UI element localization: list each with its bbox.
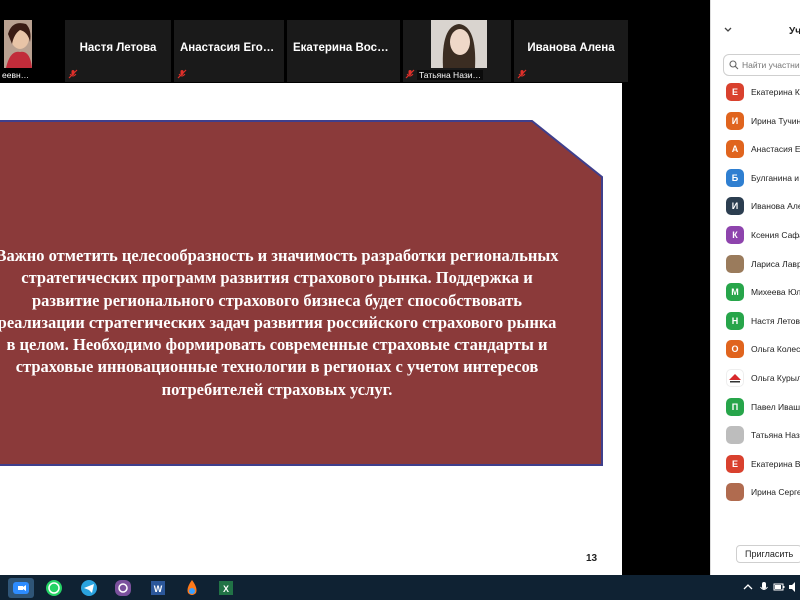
participant-tile-5[interactable]: Татьяна Нази… — [403, 20, 511, 82]
participant-strip: еевн… Настя Летова Анастасия Егор… Екате… — [0, 0, 710, 83]
participant-name: Ольга Курыл — [751, 372, 800, 383]
participant-name: Екатерина Во — [751, 458, 800, 469]
slide-text-box: Важно отметить целесообразность и значим… — [0, 119, 604, 467]
zoom-window: еевн… Настя Летова Анастасия Егор… Екате… — [0, 0, 800, 600]
chevron-up-icon[interactable] — [742, 581, 754, 593]
participant-row[interactable]: Е Екатерина Ку — [711, 80, 800, 109]
participant-name: Анастасия Ег — [751, 144, 800, 155]
avatar: П — [726, 397, 744, 416]
avatar: К — [726, 225, 744, 244]
chevron-down-icon[interactable] — [723, 25, 733, 35]
participant-photo — [4, 20, 32, 68]
participant-name: Татьяна Нази — [751, 430, 800, 441]
participant-name: Татьяна Нази… — [417, 70, 483, 80]
zoom-icon[interactable] — [8, 578, 34, 598]
avatar — [726, 483, 744, 502]
word-icon[interactable]: W — [148, 578, 168, 598]
participant-name: Настя Летова — [79, 42, 157, 54]
participant-row[interactable]: А Анастасия Ег — [711, 137, 800, 166]
excel-icon[interactable]: X — [216, 578, 236, 598]
participant-name: Ксения Сафа — [751, 229, 800, 240]
participant-name: Екатерина Вост… — [293, 42, 395, 54]
svg-text:W: W — [154, 584, 163, 594]
participant-name: Павел Иваш — [751, 401, 800, 412]
participant-row[interactable]: Б Булганина и — [711, 166, 800, 195]
participant-search[interactable] — [723, 54, 800, 76]
viber-icon[interactable] — [113, 578, 133, 598]
screen-share-area: Важно отметить целесообразность и значим… — [0, 83, 710, 575]
invite-button[interactable]: Пригласить — [736, 545, 800, 563]
participant-row[interactable]: И Иванова Але — [711, 194, 800, 223]
participant-row[interactable]: К Ксения Сафа — [711, 223, 800, 252]
slide-page-number: 13 — [586, 553, 598, 564]
participant-name: Лариса Лавр — [751, 258, 800, 269]
participant-photo — [431, 20, 487, 68]
participant-tile-3[interactable]: Анастасия Егор… — [174, 20, 284, 82]
avatar: Б — [726, 168, 744, 187]
participant-row[interactable]: Ольга Курыл — [711, 366, 800, 395]
participant-tile-4[interactable]: Екатерина Вост… — [287, 20, 400, 82]
participant-row[interactable]: И Ирина Тучин — [711, 109, 800, 138]
participant-name: Екатерина Ку — [751, 87, 800, 97]
participant-row[interactable]: Н Настя Летова — [711, 309, 800, 338]
telegram-icon[interactable] — [79, 578, 99, 598]
panel-title: Учас — [789, 26, 800, 37]
participant-name: Настя Летова — [751, 315, 800, 326]
participant-tile-2[interactable]: Настя Летова — [65, 20, 171, 82]
svg-text:X: X — [223, 584, 229, 594]
participant-tile-6[interactable]: Иванова Алена — [514, 20, 628, 82]
mic-muted-icon — [68, 69, 78, 79]
participant-name: Иванова Але — [751, 201, 800, 212]
panel-header: Учас — [711, 0, 800, 50]
search-icon — [729, 60, 739, 70]
paint-icon[interactable] — [182, 578, 202, 598]
participant-name: Ольга Колес — [751, 344, 800, 355]
participant-row[interactable]: М Михеева Юл — [711, 280, 800, 309]
avatar: О — [726, 340, 744, 359]
mic-muted-icon — [177, 69, 187, 79]
battery-icon[interactable] — [773, 581, 785, 593]
participant-row[interactable]: Ирина Серге — [711, 480, 800, 509]
slide-body-text: Важно отметить целесообразность и значим… — [0, 246, 559, 399]
avatar — [726, 254, 744, 273]
participants-panel: Учас Е Екатерина Ку И Ирина Тучин А Анастасия… — [710, 0, 800, 575]
presentation-slide: Важно отметить целесообразность и значим… — [0, 83, 622, 575]
avatar — [726, 426, 744, 445]
participant-name: Михеева Юл — [751, 287, 800, 298]
whatsapp-icon[interactable] — [44, 578, 64, 598]
avatar — [726, 368, 744, 387]
participant-row[interactable]: Лариса Лавр — [711, 252, 800, 281]
avatar: М — [726, 283, 744, 302]
participant-row[interactable]: Е Екатерина Во — [711, 452, 800, 481]
avatar: И — [726, 197, 744, 216]
avatar: А — [726, 140, 744, 159]
participant-name: Ирина Серге — [751, 487, 800, 498]
participant-name: еевн… — [0, 70, 32, 80]
participant-row[interactable]: П Павел Иваш — [711, 395, 800, 424]
avatar: Н — [726, 311, 744, 330]
participant-tile-1[interactable]: еевн… — [0, 20, 62, 82]
windows-taskbar: W X — [0, 575, 800, 600]
mic-muted-icon — [517, 69, 527, 79]
avatar: И — [726, 111, 744, 130]
participant-name: Анастасия Егор… — [180, 42, 282, 54]
participant-name: Иванова Алена — [527, 42, 615, 54]
volume-icon[interactable] — [788, 581, 800, 593]
avatar: Е — [726, 83, 744, 101]
participant-row[interactable]: О Ольга Колес — [711, 337, 800, 366]
participant-name: Булганина и — [751, 172, 800, 183]
search-input[interactable] — [742, 57, 800, 73]
participant-list: Е Екатерина Ку И Ирина Тучин А Анастасия Ег Б Б… — [711, 80, 800, 509]
participant-name: Ирина Тучин — [751, 115, 800, 126]
logo-icon — [729, 373, 741, 383]
mic-muted-icon — [405, 69, 415, 79]
participant-row[interactable]: Татьяна Нази — [711, 423, 800, 452]
microphone-icon[interactable] — [758, 581, 770, 593]
avatar: Е — [726, 454, 744, 473]
